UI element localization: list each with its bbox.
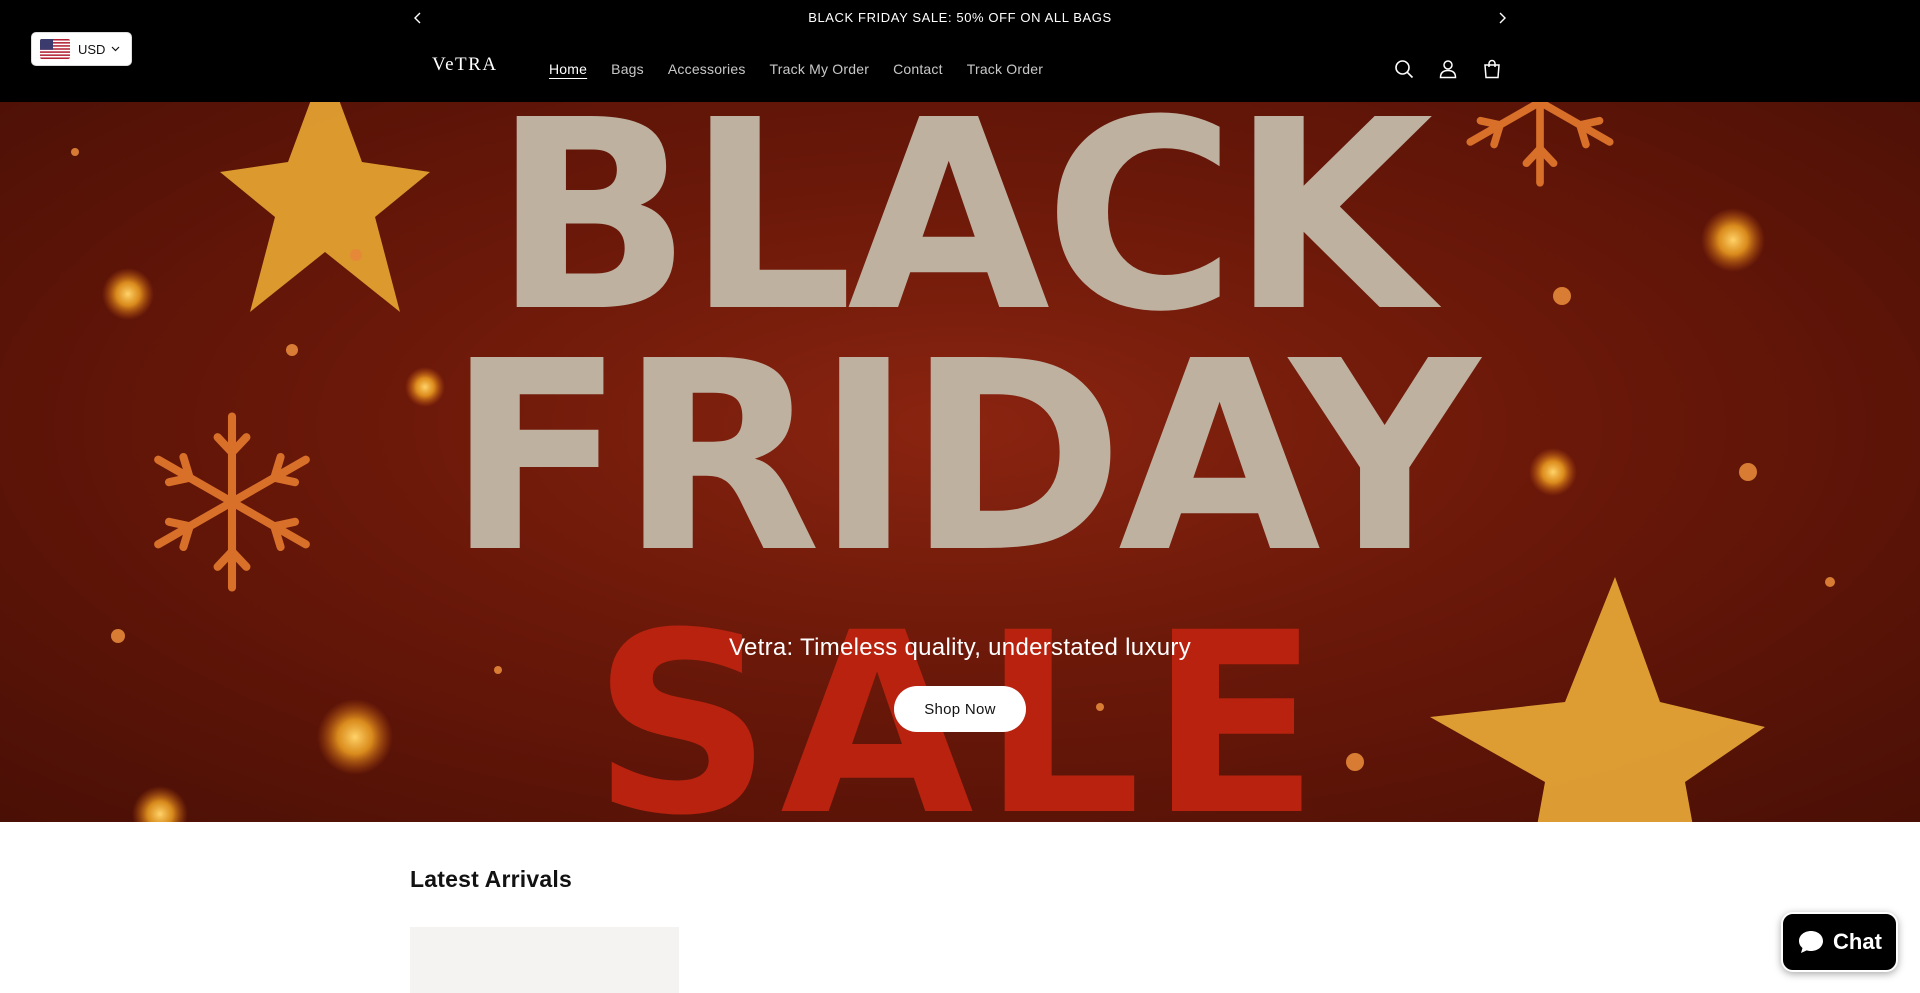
currency-selector[interactable]: USD bbox=[32, 33, 131, 65]
us-flag-icon bbox=[40, 39, 70, 59]
hero-title-line2: FRIDAY bbox=[446, 305, 1479, 610]
cart-button[interactable] bbox=[1480, 57, 1504, 81]
nav-item-track-my-order[interactable]: Track My Order bbox=[770, 61, 870, 77]
currency-code: USD bbox=[78, 41, 106, 57]
chevron-right-icon bbox=[1499, 12, 1506, 24]
main-nav: Home Bags Accessories Track My Order Con… bbox=[549, 36, 1067, 102]
account-icon bbox=[1439, 60, 1457, 79]
latest-arrivals-heading: Latest Arrivals bbox=[410, 866, 572, 892]
nav-item-home[interactable]: Home bbox=[549, 61, 587, 77]
nav-item-bags[interactable]: Bags bbox=[611, 61, 644, 77]
product-card-image[interactable] bbox=[410, 927, 679, 993]
search-icon bbox=[1395, 60, 1414, 79]
site-header: USD VeTRA Home Bags Accessories Track My… bbox=[0, 33, 1920, 102]
cart-icon bbox=[1484, 59, 1500, 79]
chat-bubble-icon bbox=[1799, 931, 1824, 953]
announcement-next-button[interactable] bbox=[1492, 8, 1512, 28]
account-button[interactable] bbox=[1436, 57, 1460, 81]
hero-tagline: Vetra: Timeless quality, understated lux… bbox=[728, 634, 1191, 661]
chat-button[interactable]: Chat bbox=[1781, 912, 1898, 972]
shop-now-button[interactable]: Shop Now bbox=[894, 686, 1026, 732]
announcement-text: BLACK FRIDAY SALE: 50% OFF ON ALL BAGS bbox=[808, 10, 1112, 25]
chat-label: Chat bbox=[1833, 929, 1882, 954]
search-button[interactable] bbox=[1392, 57, 1416, 81]
nav-item-contact[interactable]: Contact bbox=[893, 61, 943, 77]
hero-banner: BLACK FRIDAY SALE Vetra: Timeless qualit… bbox=[0, 102, 1920, 822]
chevron-down-icon bbox=[112, 46, 120, 52]
nav-item-track-order[interactable]: Track Order bbox=[967, 61, 1043, 77]
announcement-bar: BLACK FRIDAY SALE: 50% OFF ON ALL BAGS bbox=[0, 0, 1920, 36]
nav-item-accessories[interactable]: Accessories bbox=[668, 61, 746, 77]
site-logo[interactable]: VeTRA bbox=[432, 54, 498, 76]
